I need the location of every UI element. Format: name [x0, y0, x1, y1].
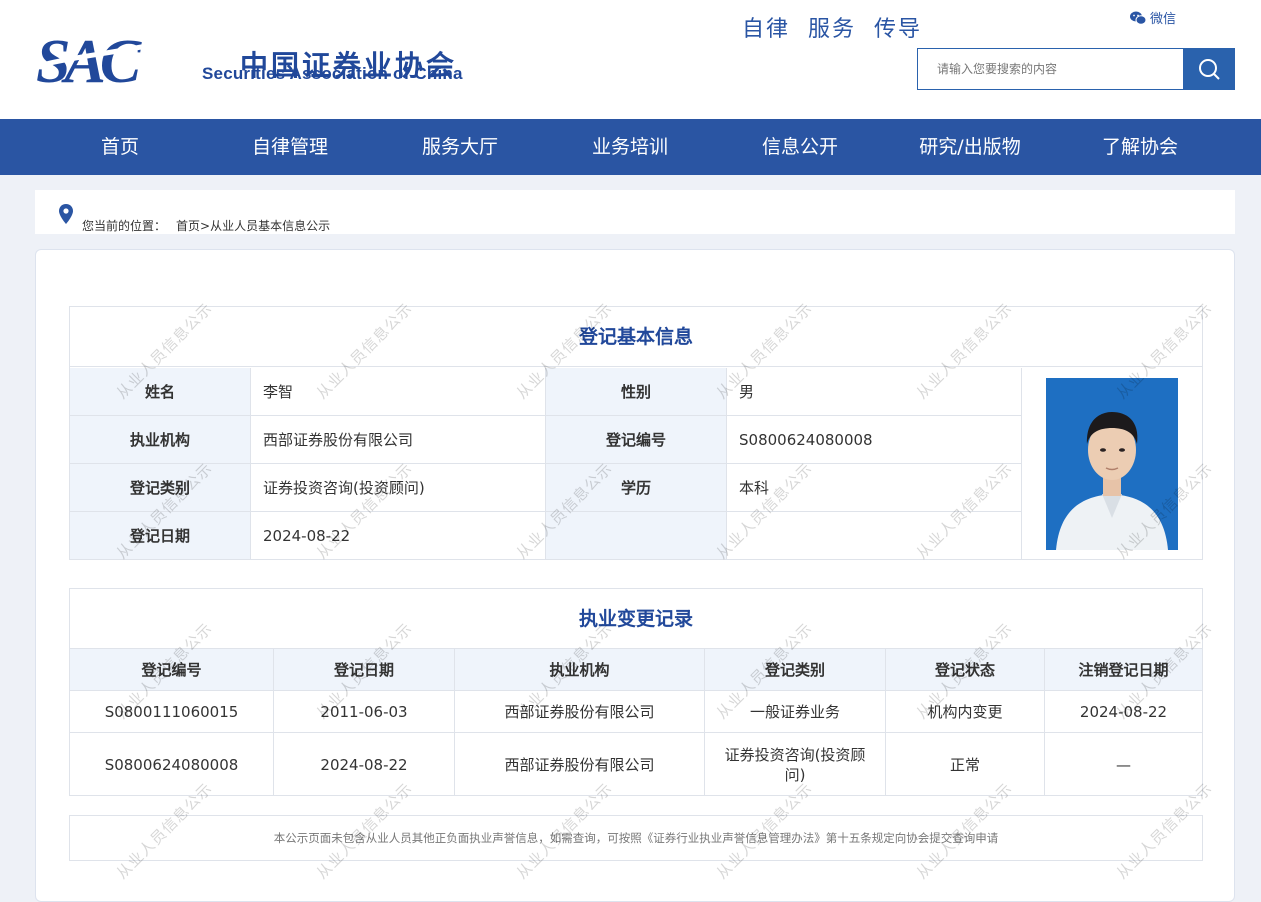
col-header-category: 登记类别	[705, 649, 886, 691]
profile-photo	[1046, 378, 1178, 550]
search-bar	[917, 48, 1235, 90]
content-card: 登记基本信息 姓名 李智 性别 男 执业机构 西部证券股份有限公司 登记编号 S…	[35, 249, 1235, 902]
nav-item-disclosure[interactable]: 信息公开	[762, 119, 838, 175]
svg-text:SAC: SAC	[36, 28, 142, 90]
nav-item-about[interactable]: 了解协会	[1102, 119, 1178, 175]
basic-info-section: 登记基本信息 姓名 李智 性别 男 执业机构 西部证券股份有限公司 登记编号 S…	[69, 306, 1203, 560]
table-cell: S0800624080008	[70, 733, 274, 796]
location-pin-icon	[59, 204, 73, 224]
wechat-label: 微信	[1150, 12, 1177, 27]
site-header: SAC 中国证券业协会 Securities Association of Ch…	[0, 0, 1261, 119]
photo-cell	[1022, 368, 1202, 560]
col-header-reg-no: 登记编号	[70, 649, 274, 691]
table-cell: S0800111060015	[70, 691, 274, 733]
breadcrumb-home-link[interactable]: 首页	[176, 219, 200, 233]
search-icon	[1198, 59, 1220, 80]
wechat-link[interactable]: 微信	[1130, 8, 1176, 27]
empty-value-cell	[727, 512, 1022, 560]
org-label: 执业机构	[70, 416, 251, 464]
col-header-status: 登记状态	[886, 649, 1045, 691]
table-cell: 证券投资咨询(投资顾问)	[705, 733, 886, 796]
table-cell: 西部证券股份有限公司	[455, 691, 705, 733]
name-label: 姓名	[70, 368, 251, 416]
table-cell: —	[1116, 755, 1131, 774]
category-value: 证券投资咨询(投资顾问)	[251, 464, 546, 512]
org-value: 西部证券股份有限公司	[251, 416, 546, 464]
nav-item-home[interactable]: 首页	[101, 119, 139, 175]
education-label: 学历	[546, 464, 727, 512]
gender-label: 性别	[546, 368, 727, 416]
table-cell: 正常	[886, 733, 1045, 796]
change-records-title: 执业变更记录	[70, 589, 1202, 649]
nav-item-training[interactable]: 业务培训	[592, 119, 668, 175]
logo-english-name: Securities Association of China	[202, 64, 463, 83]
breadcrumb-current: 从业人员基本信息公示	[210, 219, 331, 233]
slogan: 自律 服务 传导	[742, 17, 922, 42]
col-header-reg-date: 登记日期	[274, 649, 455, 691]
table-cell: 西部证券股份有限公司	[455, 733, 705, 796]
reg-date-label: 登记日期	[70, 512, 251, 560]
search-input[interactable]	[918, 49, 1183, 89]
table-cell: 一般证券业务	[705, 691, 886, 733]
table-cell: 2024-08-22	[1045, 691, 1202, 733]
breadcrumb-prefix: 您当前的位置：	[82, 219, 167, 233]
reg-no-label: 登记编号	[546, 416, 727, 464]
breadcrumb-separator: >	[200, 219, 211, 233]
basic-info-grid: 姓名 李智 性别 男 执业机构 西部证券股份有限公司 登记编号 S0800624…	[70, 368, 1022, 560]
col-header-org: 执业机构	[455, 649, 705, 691]
wechat-icon	[1130, 11, 1146, 25]
table-cell: 机构内变更	[886, 691, 1045, 733]
breadcrumb: 您当前的位置： 首页>从业人员基本信息公示	[35, 190, 1235, 234]
sac-logo[interactable]: SAC 中国证券业协会 Securities Association of Ch…	[36, 24, 496, 90]
nav-item-self-regulation[interactable]: 自律管理	[252, 119, 328, 175]
breadcrumb-text: 您当前的位置： 首页>从业人员基本信息公示	[82, 217, 330, 234]
name-value: 李智	[251, 368, 546, 416]
basic-info-title: 登记基本信息	[70, 307, 1202, 367]
gender-value: 男	[727, 368, 1022, 416]
search-button[interactable]	[1183, 49, 1234, 89]
disclosure-notice: 本公示页面未包含从业人员其他正负面执业声誉信息，如需查询，可按照《证券行业执业声…	[69, 815, 1203, 861]
education-value: 本科	[727, 464, 1022, 512]
col-header-cancel-date: 注销登记日期	[1045, 649, 1202, 691]
change-records-section: 执业变更记录 登记编号 登记日期 执业机构 登记类别 登记状态 注销登记日期 S…	[69, 588, 1203, 796]
category-label: 登记类别	[70, 464, 251, 512]
empty-label-cell	[546, 512, 727, 560]
table-cell: 2011-06-03	[274, 691, 455, 733]
reg-date-value: 2024-08-22	[251, 512, 546, 560]
table-cell: 2024-08-22	[274, 733, 455, 796]
main-nav: 首页 自律管理 服务大厅 业务培训 信息公开 研究/出版物 了解协会	[0, 119, 1261, 175]
nav-item-service-hall[interactable]: 服务大厅	[422, 119, 498, 175]
sac-logo-mark: SAC	[36, 28, 205, 90]
nav-item-research[interactable]: 研究/出版物	[919, 119, 1020, 175]
reg-no-value: S0800624080008	[727, 416, 1022, 464]
